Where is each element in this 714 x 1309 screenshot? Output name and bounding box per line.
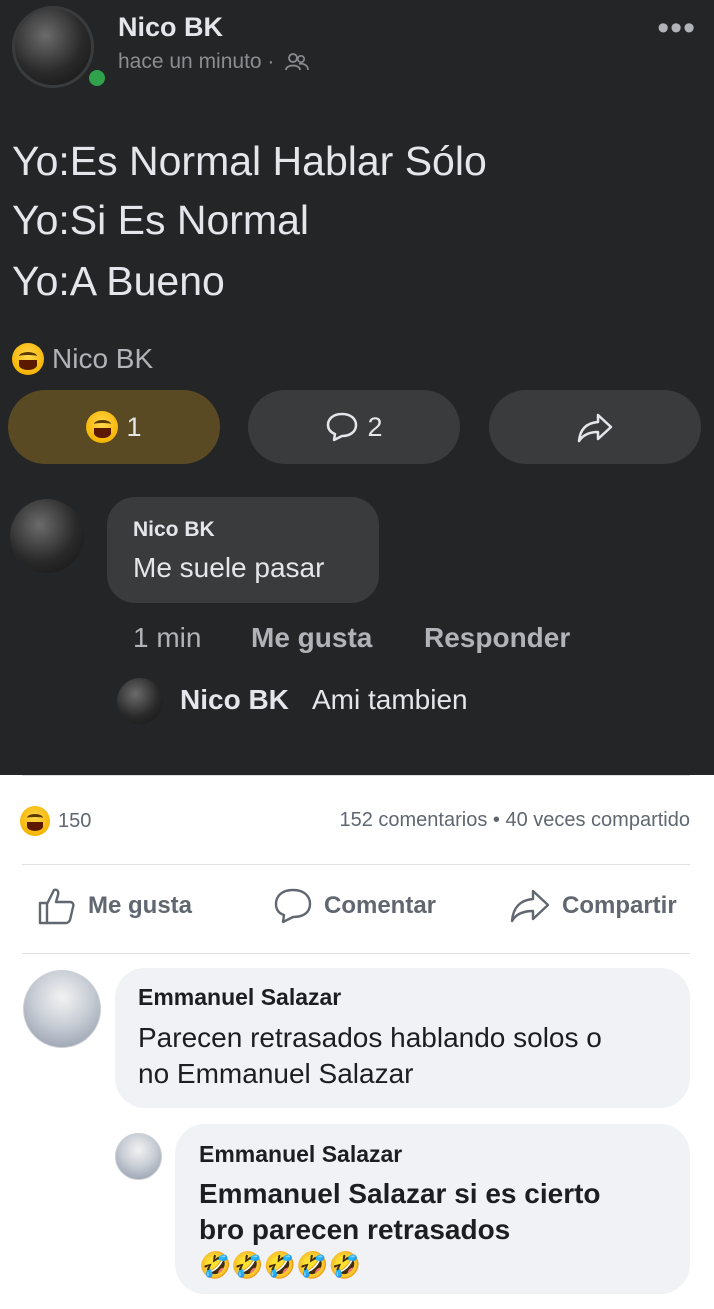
- comment-button[interactable]: 2: [248, 390, 460, 464]
- comment-icon: [274, 888, 312, 924]
- share-arrow-icon: [577, 413, 613, 443]
- divider: [22, 953, 690, 954]
- reply-text-line: bro parecen retrasados: [199, 1214, 511, 1246]
- more-options-icon[interactable]: •••: [657, 11, 696, 45]
- haha-emoji-icon: [20, 806, 50, 836]
- comment-text: Parecen retrasados hablando solos o no E…: [138, 1020, 602, 1093]
- comment-time: 1 min: [133, 622, 202, 653]
- comment-author[interactable]: Emmanuel Salazar: [138, 984, 341, 1011]
- rofl-emoji-row: 🤣🤣🤣🤣🤣: [199, 1250, 361, 1280]
- comments-shares-count[interactable]: 152 comentarios • 40 veces compartido: [339, 809, 690, 832]
- author-avatar[interactable]: [12, 6, 94, 88]
- comment-text-line: no Emmanuel Salazar: [138, 1058, 414, 1090]
- reactor-name: Nico BK: [52, 343, 154, 374]
- like-action-button[interactable]: Me gusta: [36, 886, 192, 926]
- embedded-dark-post: Nico BK hace un minuto · ••• Yo:Es Norma…: [0, 0, 714, 775]
- reply-text: Emmanuel Salazar si es cierto bro parece…: [199, 1176, 601, 1249]
- commenter-avatar[interactable]: [10, 499, 84, 573]
- react-count: 1: [126, 411, 142, 442]
- comment-reply-link[interactable]: Responder: [424, 622, 570, 654]
- post-text-line: Yo:Si Es Normal: [12, 197, 309, 243]
- post-text-line: Yo:A Bueno: [12, 258, 225, 304]
- like-action-label: Me gusta: [88, 892, 193, 919]
- online-indicator: [85, 66, 109, 90]
- comment-like-link[interactable]: Me gusta: [251, 622, 372, 654]
- comment-author[interactable]: Nico BK: [133, 518, 215, 542]
- share-icon: [510, 889, 550, 923]
- haha-emoji-icon: [12, 343, 44, 375]
- friends-icon: [285, 53, 310, 71]
- react-button[interactable]: 1: [8, 390, 220, 464]
- reply-text-line: Emmanuel Salazar si es cierto: [199, 1178, 601, 1209]
- haha-emoji-icon: [86, 411, 119, 443]
- post-time-text: hace un minuto ·: [118, 50, 275, 73]
- reply-avatar[interactable]: [117, 678, 163, 724]
- reaction-count[interactable]: 150: [20, 806, 91, 836]
- thumbs-up-icon: [38, 888, 75, 925]
- comment-count: 2: [367, 411, 383, 442]
- post-text-line: Yo:Es Normal Hablar Sólo: [12, 138, 487, 184]
- comment-text-line: Parecen retrasados hablando solos o: [138, 1022, 602, 1053]
- divider: [22, 864, 690, 865]
- share-action-label: Compartir: [562, 892, 677, 919]
- post-timestamp: hace un minuto ·: [118, 50, 310, 74]
- comment-bubble: [107, 497, 379, 603]
- reaction-number: 150: [58, 809, 92, 832]
- comment-action-label: Comentar: [324, 892, 437, 919]
- reactions-summary[interactable]: Nico BK: [12, 343, 153, 375]
- reply-author[interactable]: Nico BK: [180, 684, 289, 716]
- comment-text: Me suele pasar: [133, 552, 325, 583]
- commenter-avatar[interactable]: [23, 970, 101, 1048]
- share-button[interactable]: [489, 390, 701, 464]
- post-author-name[interactable]: Nico BK: [118, 12, 223, 43]
- divider: [22, 775, 690, 776]
- comment-action-button[interactable]: Comentar: [272, 886, 436, 926]
- reply-author[interactable]: Emmanuel Salazar: [199, 1141, 402, 1168]
- comment-bubble-icon: [327, 412, 358, 442]
- share-action-button[interactable]: Compartir: [508, 886, 677, 926]
- reply-avatar[interactable]: [115, 1133, 162, 1180]
- reply-text: Ami tambien: [312, 684, 468, 715]
